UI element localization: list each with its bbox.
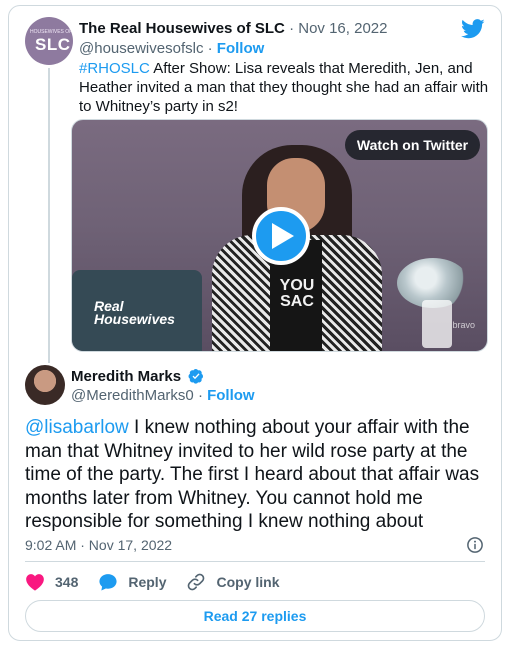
quoted-author-name[interactable]: The Real Housewives of SLC <box>79 20 285 37</box>
hashtag-link[interactable]: #RHOSLC <box>79 60 150 77</box>
action-bar: 348 Reply Copy link <box>25 570 300 594</box>
verified-badge-icon <box>188 369 204 384</box>
copy-link-label: Copy link <box>216 574 280 590</box>
network-watermark: bravo <box>452 320 475 330</box>
like-button[interactable]: 348 <box>25 573 78 591</box>
video-thumbnail[interactable]: YOU SAC Real Housewives bravo Watch on T… <box>71 119 488 352</box>
link-icon <box>188 573 205 591</box>
separator-dot: · <box>289 20 295 37</box>
follow-button-quoted[interactable]: Follow <box>217 40 265 57</box>
quoted-handle-row: @housewivesofslc · Follow <box>79 40 264 58</box>
like-count: 348 <box>55 574 79 590</box>
quoted-tweet-text: #RHOSLC After Show: Lisa reveals that Me… <box>79 59 489 116</box>
follow-button[interactable]: Follow <box>207 387 255 404</box>
reply-bubble-icon <box>99 574 117 591</box>
quoted-author-handle[interactable]: @housewivesofslc <box>79 40 203 57</box>
tweet-text: @lisabarlow I knew nothing about your af… <box>25 416 495 534</box>
jar-shape <box>422 300 452 348</box>
info-icon[interactable] <box>466 536 484 554</box>
quoted-tweet-date[interactable]: Nov 16, 2022 <box>298 20 387 37</box>
heart-icon <box>26 574 44 591</box>
show-logo: Real Housewives <box>94 298 175 327</box>
author-handle[interactable]: @MeredithMarks0 <box>71 387 194 404</box>
twitter-bird-icon[interactable] <box>461 19 485 39</box>
author-row: Meredith Marks <box>71 368 204 386</box>
meredith-marks-avatar[interactable] <box>25 365 65 405</box>
play-icon[interactable] <box>252 207 310 265</box>
quoted-author-row: The Real Housewives of SLC · Nov 16, 202… <box>79 20 387 38</box>
tweet-timestamp[interactable]: 9:02 AM · Nov 17, 2022 <box>25 536 172 554</box>
watch-on-twitter-button[interactable]: Watch on Twitter <box>345 130 480 160</box>
handle-row: @MeredithMarks0 · Follow <box>71 387 255 405</box>
author-name[interactable]: Meredith Marks <box>71 368 181 385</box>
tweet-embed-card: HOUSEWIVES OF SLC The Real Housewives of… <box>8 5 502 641</box>
thread-line <box>48 68 50 363</box>
mention-link[interactable]: @lisabarlow <box>25 417 129 438</box>
copy-link-button[interactable]: Copy link <box>186 572 280 592</box>
reply-button[interactable]: Reply <box>98 572 166 592</box>
avatar-text: SLC <box>35 35 71 54</box>
shirt-text: YOU SAC <box>279 277 315 310</box>
divider <box>25 561 485 562</box>
read-replies-button[interactable]: Read 27 replies <box>25 600 485 632</box>
separator-dot: · <box>207 40 213 57</box>
separator-dot: · <box>197 387 203 404</box>
reply-label: Reply <box>128 574 167 590</box>
housewives-slc-avatar[interactable]: HOUSEWIVES OF SLC <box>25 17 73 65</box>
